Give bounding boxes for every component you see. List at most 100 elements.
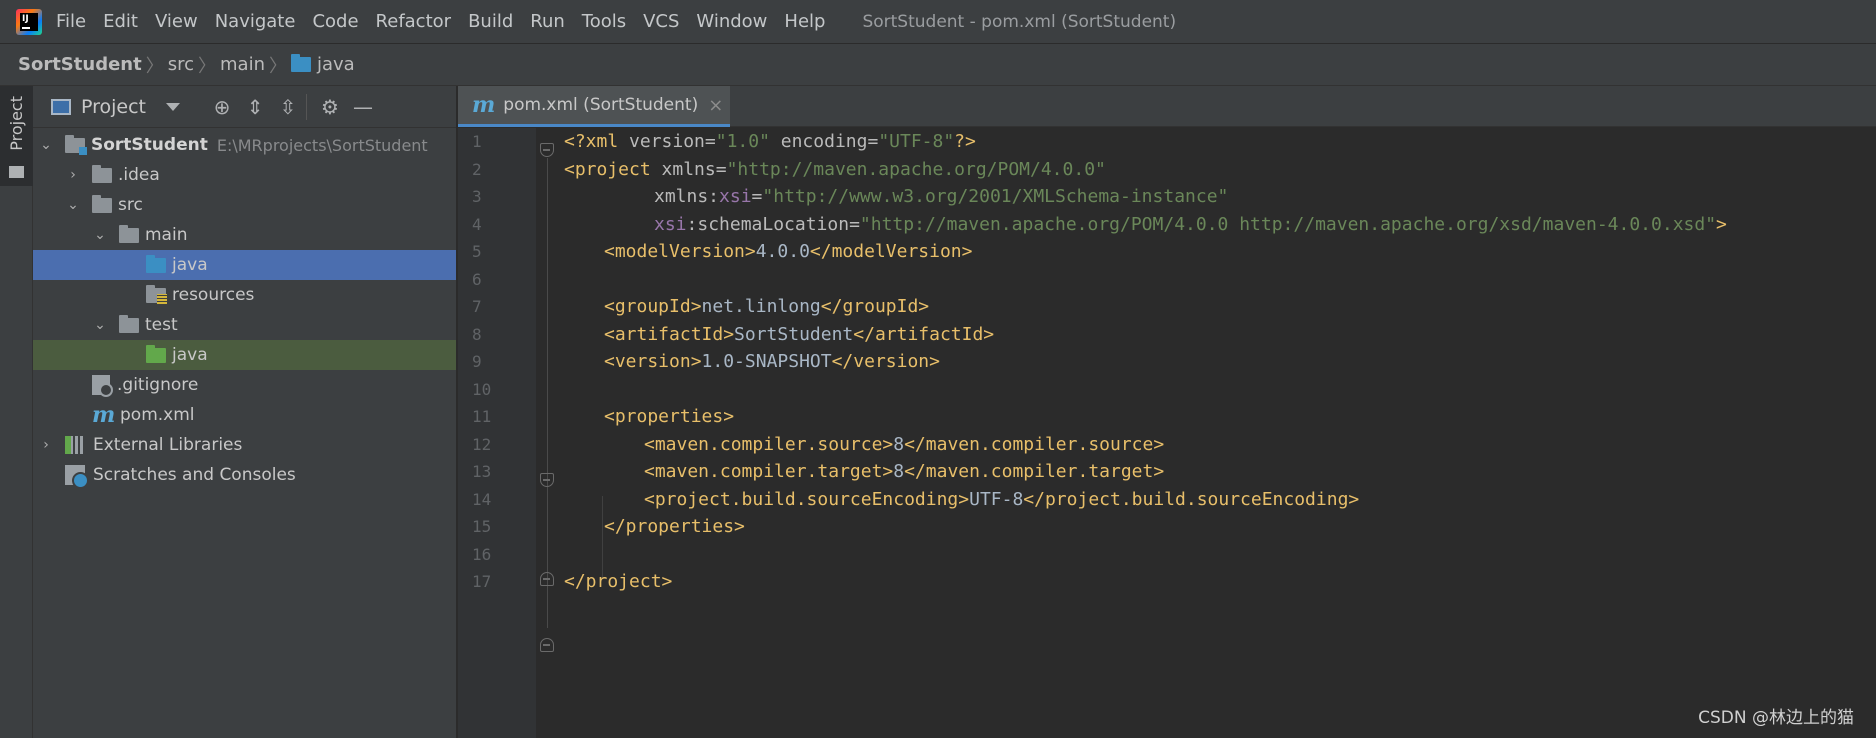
- menu-run[interactable]: Run: [530, 11, 565, 32]
- menu-code[interactable]: Code: [312, 11, 358, 32]
- breadcrumb-src[interactable]: src: [168, 54, 194, 75]
- folder-icon: [92, 164, 112, 183]
- code-line-3: xmlns:xsi="http://www.w3.org/2001/XMLSch…: [654, 186, 1229, 207]
- code-line-14: <project.build.sourceEncoding>UTF-8</pro…: [644, 488, 1360, 510]
- fold-guide: [547, 158, 548, 628]
- tree-item-pom[interactable]: m pom.xml: [33, 400, 456, 430]
- line-number[interactable]: 8: [472, 321, 482, 349]
- code-line-8: <artifactId>SortStudent</artifactId>: [604, 323, 995, 345]
- folder-icon: [92, 194, 112, 213]
- chevron-right-icon[interactable]: ›: [39, 437, 53, 453]
- line-number[interactable]: 11: [472, 403, 491, 431]
- chevron-down-icon[interactable]: ⌄: [39, 137, 53, 153]
- project-tool-tab-label: Project: [7, 96, 26, 151]
- tree-item-gitignore[interactable]: .gitignore: [33, 370, 456, 400]
- tab-pom-xml[interactable]: m pom.xml (SortStudent) ×: [458, 86, 730, 127]
- minimize-icon[interactable]: —: [352, 96, 374, 118]
- project-panel: Project ⊕ ⇕ ⇳ ⚙ — ⌄ SortStudent E:\MRpro…: [33, 86, 457, 738]
- line-number[interactable]: 16: [472, 541, 491, 569]
- line-number[interactable]: 2: [472, 156, 482, 184]
- fold-marker-icon[interactable]: [540, 638, 554, 652]
- code-line-7: <groupId>net.linlong</groupId>: [604, 296, 930, 317]
- tree-item-label: pom.xml: [120, 405, 195, 425]
- locate-target-icon[interactable]: ⊕: [211, 96, 233, 118]
- menu-refactor[interactable]: Refactor: [376, 11, 452, 32]
- close-icon[interactable]: ×: [708, 95, 723, 116]
- line-number[interactable]: 9: [472, 348, 482, 376]
- tree-item-label: .gitignore: [117, 375, 199, 395]
- chevron-down-icon[interactable]: [166, 102, 181, 111]
- menu-vcs[interactable]: VCS: [643, 11, 679, 32]
- menu-tools[interactable]: Tools: [582, 11, 626, 32]
- line-number[interactable]: 5: [472, 238, 482, 266]
- tree-item-test[interactable]: ⌄ test: [33, 310, 456, 340]
- folder-icon: [9, 166, 24, 178]
- breadcrumb-project[interactable]: SortStudent: [18, 54, 142, 75]
- line-number[interactable]: 17: [472, 568, 491, 596]
- menu-window[interactable]: Window: [696, 11, 767, 32]
- menu-view[interactable]: View: [155, 11, 198, 32]
- project-tree: ⌄ SortStudent E:\MRprojects\SortStudent …: [33, 130, 456, 490]
- expand-all-icon[interactable]: ⇕: [244, 96, 266, 118]
- project-panel-header: Project ⊕ ⇕ ⇳ ⚙ —: [33, 86, 456, 128]
- collapse-all-icon[interactable]: ⇳: [277, 96, 299, 118]
- folder-icon: [119, 314, 139, 333]
- source-folder-icon: [146, 254, 166, 273]
- project-tool-tab[interactable]: Project: [0, 86, 33, 186]
- intellij-logo-icon[interactable]: IJ: [16, 8, 42, 35]
- project-panel-title[interactable]: Project: [81, 96, 146, 118]
- line-number[interactable]: 13: [472, 458, 491, 486]
- tree-item-external-libraries[interactable]: › External Libraries: [33, 430, 456, 460]
- tree-item-src[interactable]: ⌄ src: [33, 190, 456, 220]
- chevron-right-icon[interactable]: ›: [66, 167, 80, 183]
- tree-item-label: main: [145, 225, 188, 245]
- menu-edit[interactable]: Edit: [103, 11, 138, 32]
- tree-item-resources[interactable]: resources: [33, 280, 456, 310]
- code-line-12: <maven.compiler.source>8</maven.compiler…: [644, 433, 1165, 455]
- tree-item-scratches[interactable]: Scratches and Consoles: [33, 460, 456, 490]
- maven-file-icon: m: [472, 92, 496, 118]
- source-folder-icon: [290, 54, 311, 72]
- menu-build[interactable]: Build: [468, 11, 513, 32]
- tree-item-label: SortStudent: [91, 135, 208, 155]
- fold-marker-icon[interactable]: [540, 473, 554, 487]
- menu-navigate[interactable]: Navigate: [215, 11, 296, 32]
- line-number[interactable]: 7: [472, 293, 482, 321]
- tree-item-label: .idea: [118, 165, 160, 185]
- line-number[interactable]: 4: [472, 211, 482, 239]
- watermark: CSDN @林边上的猫: [1698, 708, 1854, 728]
- tree-item-root[interactable]: ⌄ SortStudent E:\MRprojects\SortStudent: [33, 130, 456, 160]
- line-number[interactable]: 14: [472, 486, 491, 514]
- tree-item-idea[interactable]: › .idea: [33, 160, 456, 190]
- breadcrumb-main[interactable]: main: [220, 54, 265, 75]
- indent-guide: [602, 496, 603, 578]
- resources-folder-icon: [146, 284, 167, 304]
- menu-file[interactable]: File: [56, 11, 86, 32]
- menu-help[interactable]: Help: [784, 11, 825, 32]
- chevron-down-icon[interactable]: ⌄: [93, 227, 107, 243]
- fold-marker-icon[interactable]: [540, 572, 554, 586]
- gear-icon[interactable]: ⚙: [319, 96, 341, 118]
- project-view-icon: [51, 98, 71, 115]
- breadcrumb-java[interactable]: java: [317, 54, 355, 75]
- breadcrumb-separator-icon: 〉: [198, 55, 216, 77]
- tree-item-label: resources: [172, 285, 255, 305]
- editor-tab-bar: m pom.xml (SortStudent) ×: [458, 86, 1876, 127]
- line-number-gutter: [458, 128, 536, 738]
- tree-item-main[interactable]: ⌄ main: [33, 220, 456, 250]
- chevron-down-icon[interactable]: ⌄: [93, 317, 107, 333]
- tree-item-label: Scratches and Consoles: [93, 465, 296, 485]
- test-folder-icon: [146, 344, 166, 363]
- tree-item-test-java[interactable]: java: [33, 340, 456, 370]
- fold-marker-icon[interactable]: [540, 143, 554, 157]
- breadcrumb-separator-icon: 〉: [268, 55, 287, 77]
- line-number[interactable]: 10: [472, 376, 491, 404]
- chevron-down-icon[interactable]: ⌄: [66, 197, 80, 213]
- line-number[interactable]: 12: [472, 431, 491, 459]
- line-number[interactable]: 6: [472, 266, 482, 294]
- line-number[interactable]: 15: [472, 513, 491, 541]
- line-number[interactable]: 1: [472, 128, 482, 156]
- line-number[interactable]: 3: [472, 183, 482, 211]
- tree-item-main-java[interactable]: java: [33, 250, 456, 280]
- code-line-15: </properties>: [604, 516, 745, 537]
